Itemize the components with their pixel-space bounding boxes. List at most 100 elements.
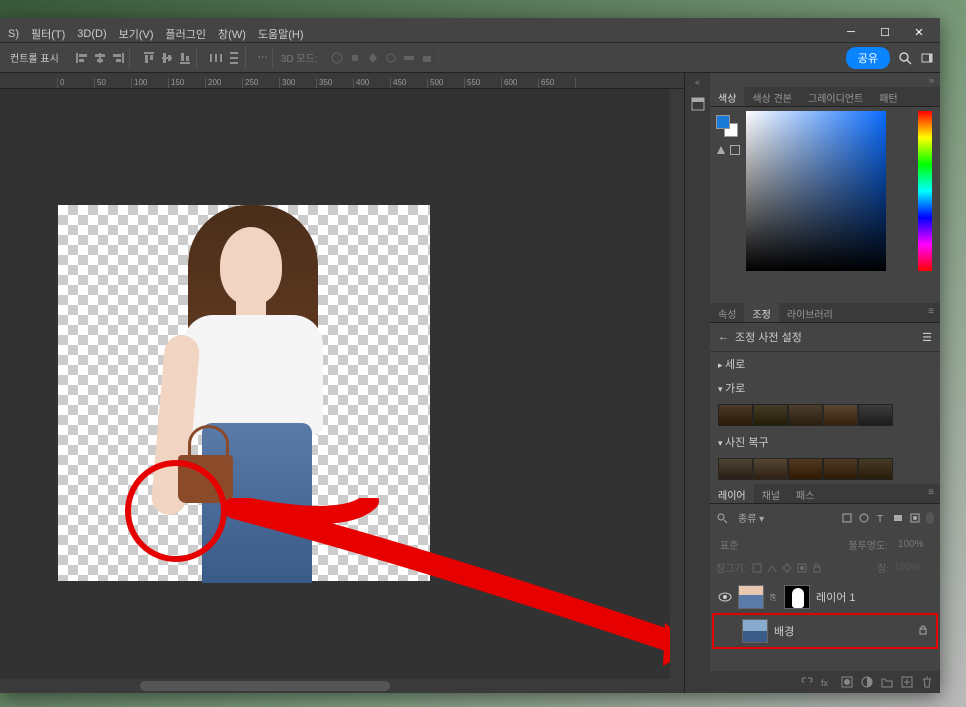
share-button[interactable]: 공유 <box>846 47 890 69</box>
vertical-scrollbar[interactable] <box>670 89 684 679</box>
fx-icon[interactable]: fx <box>820 675 834 689</box>
panel-menu-icon[interactable]: ≡ <box>922 303 940 322</box>
menu-help[interactable]: 도움말(H) <box>252 26 310 42</box>
tab-adjustments[interactable]: 조정 <box>744 303 778 322</box>
pan-icon[interactable] <box>348 51 362 65</box>
panels-collapse-icon[interactable]: » <box>710 73 940 87</box>
align-top-icon[interactable] <box>142 51 156 65</box>
visibility-toggle[interactable] <box>722 624 736 638</box>
tab-swatches[interactable]: 색상 견본 <box>744 87 800 106</box>
document-canvas[interactable] <box>58 205 430 581</box>
filter-pixel-icon[interactable] <box>841 512 853 524</box>
menu-window[interactable]: 창(W) <box>212 26 252 42</box>
more-options[interactable]: ⋯ <box>254 47 273 69</box>
align-left-icon[interactable] <box>75 51 89 65</box>
tab-gradients[interactable]: 그레이디언트 <box>800 87 871 106</box>
align-bottom-icon[interactable] <box>178 51 192 65</box>
preset-thumb[interactable] <box>858 404 893 426</box>
horizontal-scrollbar[interactable] <box>0 679 684 693</box>
align-right-icon[interactable] <box>111 51 125 65</box>
visibility-toggle[interactable] <box>718 590 732 604</box>
adj-section-horizontal[interactable]: 가로 <box>710 376 940 400</box>
align-center-h-icon[interactable] <box>93 51 107 65</box>
workspace-icon[interactable] <box>920 51 934 65</box>
align-middle-icon[interactable] <box>160 51 174 65</box>
preset-thumb[interactable] <box>753 458 788 480</box>
maximize-button[interactable]: ☐ <box>868 22 902 42</box>
collapse-chevron-icon[interactable]: « <box>695 77 700 87</box>
tab-paths[interactable]: 패스 <box>788 484 822 503</box>
lock-pixels-icon[interactable] <box>766 562 778 574</box>
fill-input[interactable]: 100% <box>894 562 934 573</box>
layer-filter-dropdown[interactable]: 종류 ▾ <box>734 508 804 527</box>
menu-plugin[interactable]: 플러그인 <box>160 26 212 42</box>
link-layers-icon[interactable] <box>800 675 814 689</box>
menu-s[interactable]: S) <box>2 28 25 40</box>
preset-thumb[interactable] <box>788 458 823 480</box>
preset-thumb[interactable] <box>858 458 893 480</box>
foreground-background-colors[interactable] <box>716 115 738 137</box>
group-icon[interactable] <box>880 675 894 689</box>
preset-thumb[interactable] <box>823 458 858 480</box>
foreground-color-swatch[interactable] <box>716 115 730 129</box>
tab-color[interactable]: 색상 <box>710 87 744 106</box>
new-layer-icon[interactable] <box>900 675 914 689</box>
menu-3d[interactable]: 3D(D) <box>71 28 112 40</box>
horizontal-ruler[interactable]: 0 50 100 150 200 250 300 350 400 450 500… <box>0 73 684 89</box>
camera-icon[interactable] <box>420 51 434 65</box>
layer-row-background[interactable]: 배경 <box>712 613 938 649</box>
hue-slider[interactable] <box>918 111 932 271</box>
adj-section-photo-restore[interactable]: 사진 복구 <box>710 430 940 454</box>
dolly-icon[interactable] <box>366 51 380 65</box>
list-view-icon[interactable]: ☰ <box>922 331 932 344</box>
close-button[interactable]: ✕ <box>902 22 936 42</box>
layer-name[interactable]: 배경 <box>774 623 794 639</box>
minimize-button[interactable]: ─ <box>834 22 868 42</box>
layer-name[interactable]: 레이어 1 <box>816 589 856 605</box>
adj-section-vertical[interactable]: 세로 <box>710 352 940 376</box>
history-panel-icon[interactable] <box>689 95 707 113</box>
layers-panel-menu-icon[interactable]: ≡ <box>922 484 940 503</box>
menu-filter[interactable]: 필터(T) <box>25 26 71 42</box>
mask-icon[interactable] <box>840 675 854 689</box>
orbit-icon[interactable] <box>330 51 344 65</box>
filter-shape-icon[interactable] <box>892 512 904 524</box>
lock-transparency-icon[interactable] <box>751 562 763 574</box>
filter-type-icon[interactable]: T <box>875 512 887 524</box>
filter-toggle[interactable] <box>926 512 934 524</box>
delete-layer-icon[interactable] <box>920 675 934 689</box>
layer-thumbnail[interactable] <box>742 619 768 643</box>
filter-adjustment-icon[interactable] <box>858 512 870 524</box>
distribute-h-icon[interactable] <box>209 51 223 65</box>
lock-all-icon[interactable] <box>811 562 823 574</box>
lock-icon[interactable] <box>918 625 928 638</box>
lock-position-icon[interactable] <box>781 562 793 574</box>
adjustment-layer-icon[interactable] <box>860 675 874 689</box>
back-arrow-icon[interactable]: ← <box>718 331 729 343</box>
lock-artboard-icon[interactable] <box>796 562 808 574</box>
tab-channels[interactable]: 채널 <box>754 484 788 503</box>
color-field[interactable] <box>746 111 886 271</box>
menu-view[interactable]: 보기(V) <box>113 26 160 42</box>
preset-thumb[interactable] <box>823 404 858 426</box>
search-icon[interactable] <box>716 512 728 524</box>
slide-icon[interactable] <box>402 51 416 65</box>
distribute-v-icon[interactable] <box>227 51 241 65</box>
blend-mode-dropdown[interactable]: 표준 <box>716 535 806 554</box>
tab-libraries[interactable]: 라이브러리 <box>779 303 841 322</box>
filter-smart-icon[interactable] <box>909 512 921 524</box>
layer-mask-thumbnail[interactable] <box>784 585 810 609</box>
tab-properties[interactable]: 속성 <box>710 303 744 322</box>
preset-thumb[interactable] <box>718 458 753 480</box>
roll-icon[interactable] <box>384 51 398 65</box>
search-icon[interactable] <box>898 51 912 65</box>
opacity-input[interactable]: 100% <box>894 537 934 552</box>
layer-thumbnail[interactable] <box>738 585 764 609</box>
web-safe-color[interactable] <box>730 145 740 155</box>
scrollbar-thumb[interactable] <box>140 681 390 691</box>
tab-patterns[interactable]: 패턴 <box>871 87 905 106</box>
tab-layers[interactable]: 레이어 <box>710 484 754 503</box>
control-panel-toggle[interactable]: 컨트롤 표시 <box>6 50 63 65</box>
link-icon[interactable]: ⎘ <box>770 593 778 601</box>
layer-row-1[interactable]: ⎘ 레이어 1 <box>710 581 940 613</box>
